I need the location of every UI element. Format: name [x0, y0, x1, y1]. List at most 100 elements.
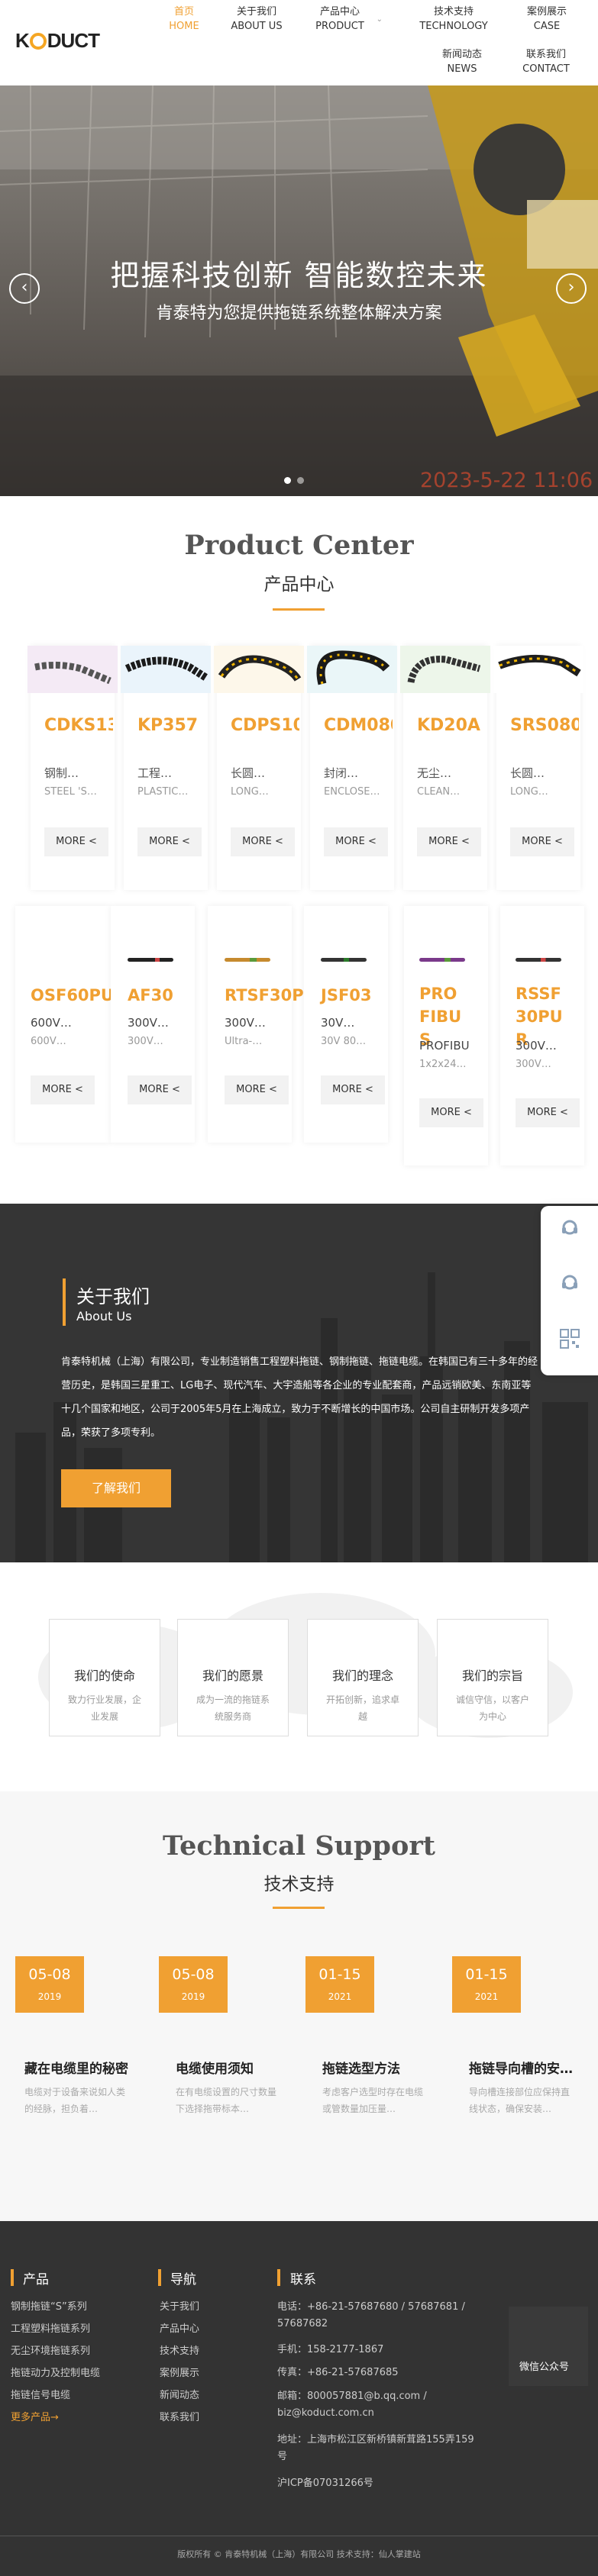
- product-center-title: Product Center: [184, 530, 414, 561]
- principle-card[interactable]: 我们的宗旨 诚信守信，以客户为中心: [437, 1619, 548, 1736]
- chevron-down-icon: ⌄: [376, 15, 383, 24]
- site-header: K DUCT 首页 HOME 关于我们 ABOUT US 产品中心 PRODUCT ⌄ …: [0, 0, 598, 85]
- more-button[interactable]: MORE <: [510, 827, 574, 856]
- hero-banner: 把握科技创新 智能数控未来 肯泰特为您提供拖链系统整体解决方案 ‹ › 2023…: [0, 85, 598, 496]
- about-title: 关于我们: [76, 1286, 150, 1307]
- nav-home[interactable]: 首页 HOME: [160, 5, 208, 34]
- chevron-right-icon: ›: [567, 278, 575, 297]
- nav-news[interactable]: 新闻动态 NEWS: [432, 47, 493, 76]
- product-center-subtitle: 产品中心: [263, 575, 335, 595]
- site-footer: 产品 钢制拖链“S”系列 工程塑料拖链系列 无尘环境拖链系列 拖链动力及控制电缆…: [0, 2221, 598, 2576]
- vision-card[interactable]: 我们的愿景 成为一流的拖链系统服务商: [177, 1619, 289, 1736]
- footer-product-link[interactable]: 无尘环境拖链系列: [11, 2340, 90, 2362]
- tech-article-card[interactable]: 05-08 2019 藏在电缆里的秘密 电缆对于设备来说如人类的经脉，担负着…: [15, 1956, 133, 2155]
- learn-more-button[interactable]: 了解我们: [61, 1469, 171, 1507]
- product-card-rssf30pur[interactable]: RSSF30PUR 300V… 300V… MORE <: [500, 906, 584, 1165]
- tech-article-card[interactable]: 01-15 2021 拖链导向槽的安… 导向槽连接部位应保持直线状态，确保安装…: [452, 1956, 573, 2155]
- footer-email-2[interactable]: biz@koduct.com.cn: [277, 2402, 374, 2424]
- product-card-srs080[interactable]: SRS080 长圆… LONG… MORE <: [493, 646, 583, 890]
- footer-nav-link[interactable]: 关于我们: [160, 2296, 199, 2318]
- footer-heading-bar: [277, 2269, 280, 2286]
- more-button[interactable]: MORE <: [516, 1098, 580, 1127]
- cable-image: [128, 958, 173, 962]
- footer-address: 地址：上海市松江区新桥镇新茸路155弄159: [277, 2434, 474, 2445]
- product-card-profibus[interactable]: PROFIBUS PROFIBU 1x2x24… MORE <: [404, 906, 488, 1165]
- phone-service-icon[interactable]: [559, 1273, 580, 1294]
- more-button[interactable]: MORE <: [324, 827, 388, 856]
- footer-product-link[interactable]: 拖链动力及控制电缆: [11, 2362, 100, 2384]
- banner-next-button[interactable]: ›: [556, 273, 587, 304]
- product-card-kp357[interactable]: KP357 工程… PLASTIC… MORE <: [121, 646, 211, 890]
- date-badge: 05-08 2019: [159, 1956, 228, 2013]
- footer-product-link[interactable]: 工程塑料拖链系列: [11, 2318, 90, 2340]
- qr-code-icon[interactable]: [559, 1328, 580, 1349]
- footer-nav-link[interactable]: 产品中心: [160, 2318, 199, 2340]
- banner-dot[interactable]: [297, 477, 304, 484]
- footer-products-heading: 产品: [23, 2272, 49, 2287]
- cable-chain-image: [27, 646, 118, 693]
- footer-product-link[interactable]: 拖链信号电缆: [11, 2384, 70, 2407]
- wechat-label: 微信公众号: [519, 2362, 570, 2373]
- tech-article-card[interactable]: 01-15 2021 拖链选型方法 考虑客户选型时存在电缆或管数量加压量…: [305, 1956, 423, 2155]
- floating-contact-widget: [541, 1206, 598, 1375]
- footer-nav-heading: 导航: [170, 2272, 196, 2287]
- cable-chain-image: [493, 646, 583, 693]
- date-badge: 01-15 2021: [452, 1956, 521, 2013]
- footer-fax: 传真：+86-21-57687685: [277, 2367, 399, 2378]
- cable-image: [419, 958, 465, 962]
- logo-text: K DUCT: [15, 29, 100, 52]
- product-card-cdks130[interactable]: CDKS130 钢制… STEEL 'S… MORE <: [27, 646, 118, 890]
- footer-nav-link[interactable]: 技术支持: [160, 2340, 199, 2362]
- more-button[interactable]: MORE <: [321, 1075, 385, 1104]
- product-card-cdps100[interactable]: CDPS100 长圆… LONG… MORE <: [214, 646, 304, 890]
- cable-chain-image: [214, 646, 304, 693]
- copyright-text: 版权所有 © 肯泰特机械（上海）有限公司 技术支持：仙人掌建站: [177, 2549, 421, 2559]
- more-button[interactable]: MORE <: [128, 1075, 192, 1104]
- about-title-bar: [63, 1278, 66, 1326]
- banner-pagination: [281, 472, 307, 487]
- footer-phone-cont: 57687682: [277, 2318, 328, 2329]
- philosophy-card[interactable]: 我们的理念 开拓创新，追求卓越: [307, 1619, 419, 1736]
- banner-dot[interactable]: [284, 477, 291, 484]
- section-underline: [273, 1907, 325, 1909]
- more-button[interactable]: MORE <: [31, 1075, 95, 1104]
- cable-chain-image: [400, 646, 490, 693]
- nav-case[interactable]: 案例展示 CASE: [516, 5, 577, 34]
- footer-nav-link[interactable]: 案例展示: [160, 2362, 199, 2384]
- mission-section: 我们的使命 致力行业发展，企业发展 我们的愿景 成为一流的拖链系统服务商 我们的理念…: [0, 1562, 598, 1791]
- banner-prev-button[interactable]: ‹: [9, 273, 40, 304]
- nav-contact[interactable]: 联系我们 CONTACT: [512, 47, 580, 76]
- nav-product[interactable]: 产品中心 PRODUCT ⌄: [308, 5, 383, 34]
- more-button[interactable]: MORE <: [419, 1098, 483, 1127]
- mission-card[interactable]: 我们的使命 致力行业发展，企业发展: [49, 1619, 160, 1736]
- footer-nav-link[interactable]: 新闻动态: [160, 2384, 199, 2407]
- product-card-rtsf30pur[interactable]: RTSF30PUR 300V… Ultra-… MORE <: [208, 906, 329, 1143]
- more-button[interactable]: MORE <: [137, 827, 202, 856]
- more-button[interactable]: MORE <: [231, 827, 295, 856]
- about-text: 肯泰特机械（上海）有限公司，专业制造销售工程塑料拖链、钢制拖链、拖链电缆。在韩国…: [61, 1356, 538, 1439]
- cable-chain-image: [307, 646, 397, 693]
- product-card-jsf03[interactable]: JSF03 30V… 30V 80… MORE <: [304, 906, 388, 1143]
- product-card-af30[interactable]: AF30 300V… 300V… MORE <: [111, 906, 195, 1143]
- nav-technology[interactable]: 技术支持 TECHNOLOGY: [409, 5, 498, 34]
- more-button[interactable]: MORE <: [225, 1075, 289, 1104]
- banner-timestamp: 2023-5-22 11:06: [420, 469, 593, 492]
- tech-article-card[interactable]: 05-08 2019 电缆使用须知 在有电缆设置的尺寸数量下选择拖带标本…: [159, 1956, 276, 2155]
- more-button[interactable]: MORE <: [417, 827, 481, 856]
- footer-nav-link[interactable]: 联系我们: [160, 2407, 199, 2429]
- nav-about[interactable]: 关于我们 ABOUT US: [229, 5, 284, 34]
- cable-image: [225, 958, 270, 962]
- about-section: 关于我们 About Us 肯泰特机械（上海）有限公司，专业制造销售工程塑料拖链…: [0, 1204, 598, 1562]
- footer-heading-bar: [11, 2269, 14, 2286]
- footer-icp[interactable]: 沪ICP备07031266号: [277, 2472, 373, 2494]
- product-card-osf60pur[interactable]: OSF60PUR 600V… 600V… MORE <: [15, 906, 126, 1143]
- site-logo[interactable]: K DUCT: [15, 29, 100, 53]
- footer-more-products-link[interactable]: 更多产品→: [11, 2407, 59, 2429]
- more-button[interactable]: MORE <: [44, 827, 108, 856]
- footer-product-link[interactable]: 钢制拖链“S”系列: [11, 2296, 87, 2318]
- section-underline: [273, 608, 325, 611]
- customer-service-icon[interactable]: [559, 1218, 580, 1240]
- product-card-kd20a[interactable]: KD20A 无尘… CLEAN… MORE <: [400, 646, 490, 890]
- tech-support-title: Technical Support: [163, 1830, 435, 1862]
- product-card-cdm080[interactable]: CDM080 封闭… ENCLOSE… MORE <: [307, 646, 397, 890]
